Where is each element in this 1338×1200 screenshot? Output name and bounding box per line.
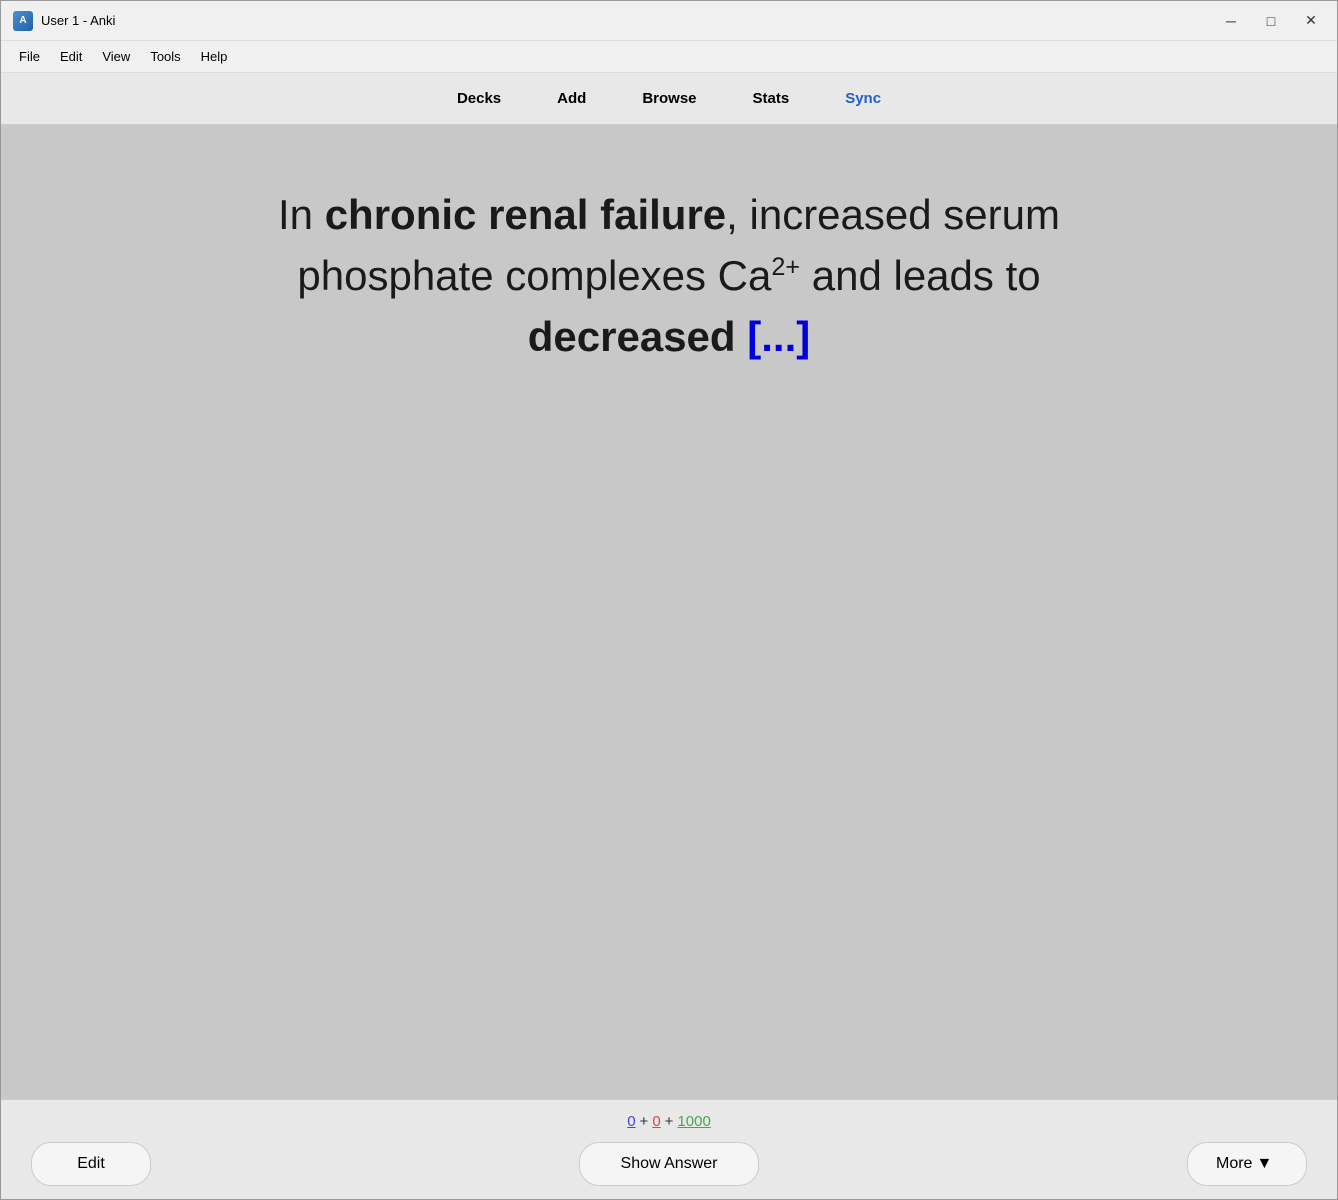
window-title: User 1 - Anki xyxy=(41,13,1217,28)
menu-tools[interactable]: Tools xyxy=(140,45,190,68)
sep1: + xyxy=(640,1113,649,1130)
bottom-bar: 0 + 0 + 1000 Edit Show Answer More ▼ xyxy=(1,1099,1337,1199)
title-bar: A User 1 - Anki ─ □ ✕ xyxy=(1,1,1337,41)
nav-bar: Decks Add Browse Stats Sync xyxy=(1,73,1337,125)
more-button[interactable]: More ▼ xyxy=(1187,1142,1307,1186)
more-icon: ▼ xyxy=(1256,1155,1272,1173)
tab-stats[interactable]: Stats xyxy=(725,82,818,115)
minimize-button[interactable]: ─ xyxy=(1217,7,1245,35)
tab-add[interactable]: Add xyxy=(529,82,614,115)
text-before: In xyxy=(278,191,325,238)
cloze-placeholder: [...] xyxy=(747,313,810,360)
card-area: In chronic renal failure, increased seru… xyxy=(1,125,1337,1099)
tab-sync[interactable]: Sync xyxy=(817,82,909,115)
buttons-row: Edit Show Answer More ▼ xyxy=(1,1142,1337,1186)
close-button[interactable]: ✕ xyxy=(1297,7,1325,35)
text-bold2: decreased [...] xyxy=(528,313,810,360)
menu-view[interactable]: View xyxy=(92,45,140,68)
stat-review: 1000 xyxy=(677,1113,710,1130)
sep2: + xyxy=(665,1113,674,1130)
tab-decks[interactable]: Decks xyxy=(429,82,529,115)
card-content: In chronic renal failure, increased seru… xyxy=(219,185,1119,368)
tab-browse[interactable]: Browse xyxy=(614,82,724,115)
show-answer-button[interactable]: Show Answer xyxy=(579,1142,759,1186)
stats-row: 0 + 0 + 1000 xyxy=(627,1113,711,1130)
text-bold: chronic renal failure xyxy=(325,191,726,238)
more-label: More xyxy=(1216,1155,1252,1173)
window-controls: ─ □ ✕ xyxy=(1217,7,1325,35)
app-icon: A xyxy=(13,11,33,31)
main-window: A User 1 - Anki ─ □ ✕ File Edit View Too… xyxy=(0,0,1338,1200)
superscript: 2+ xyxy=(771,253,800,281)
stat-new: 0 xyxy=(627,1113,635,1130)
menu-file[interactable]: File xyxy=(9,45,50,68)
stat-learn: 0 xyxy=(652,1113,660,1130)
edit-button[interactable]: Edit xyxy=(31,1142,151,1186)
menu-bar: File Edit View Tools Help xyxy=(1,41,1337,73)
menu-edit[interactable]: Edit xyxy=(50,45,92,68)
menu-help[interactable]: Help xyxy=(191,45,238,68)
card-text: In chronic renal failure, increased seru… xyxy=(219,185,1119,368)
maximize-button[interactable]: □ xyxy=(1257,7,1285,35)
